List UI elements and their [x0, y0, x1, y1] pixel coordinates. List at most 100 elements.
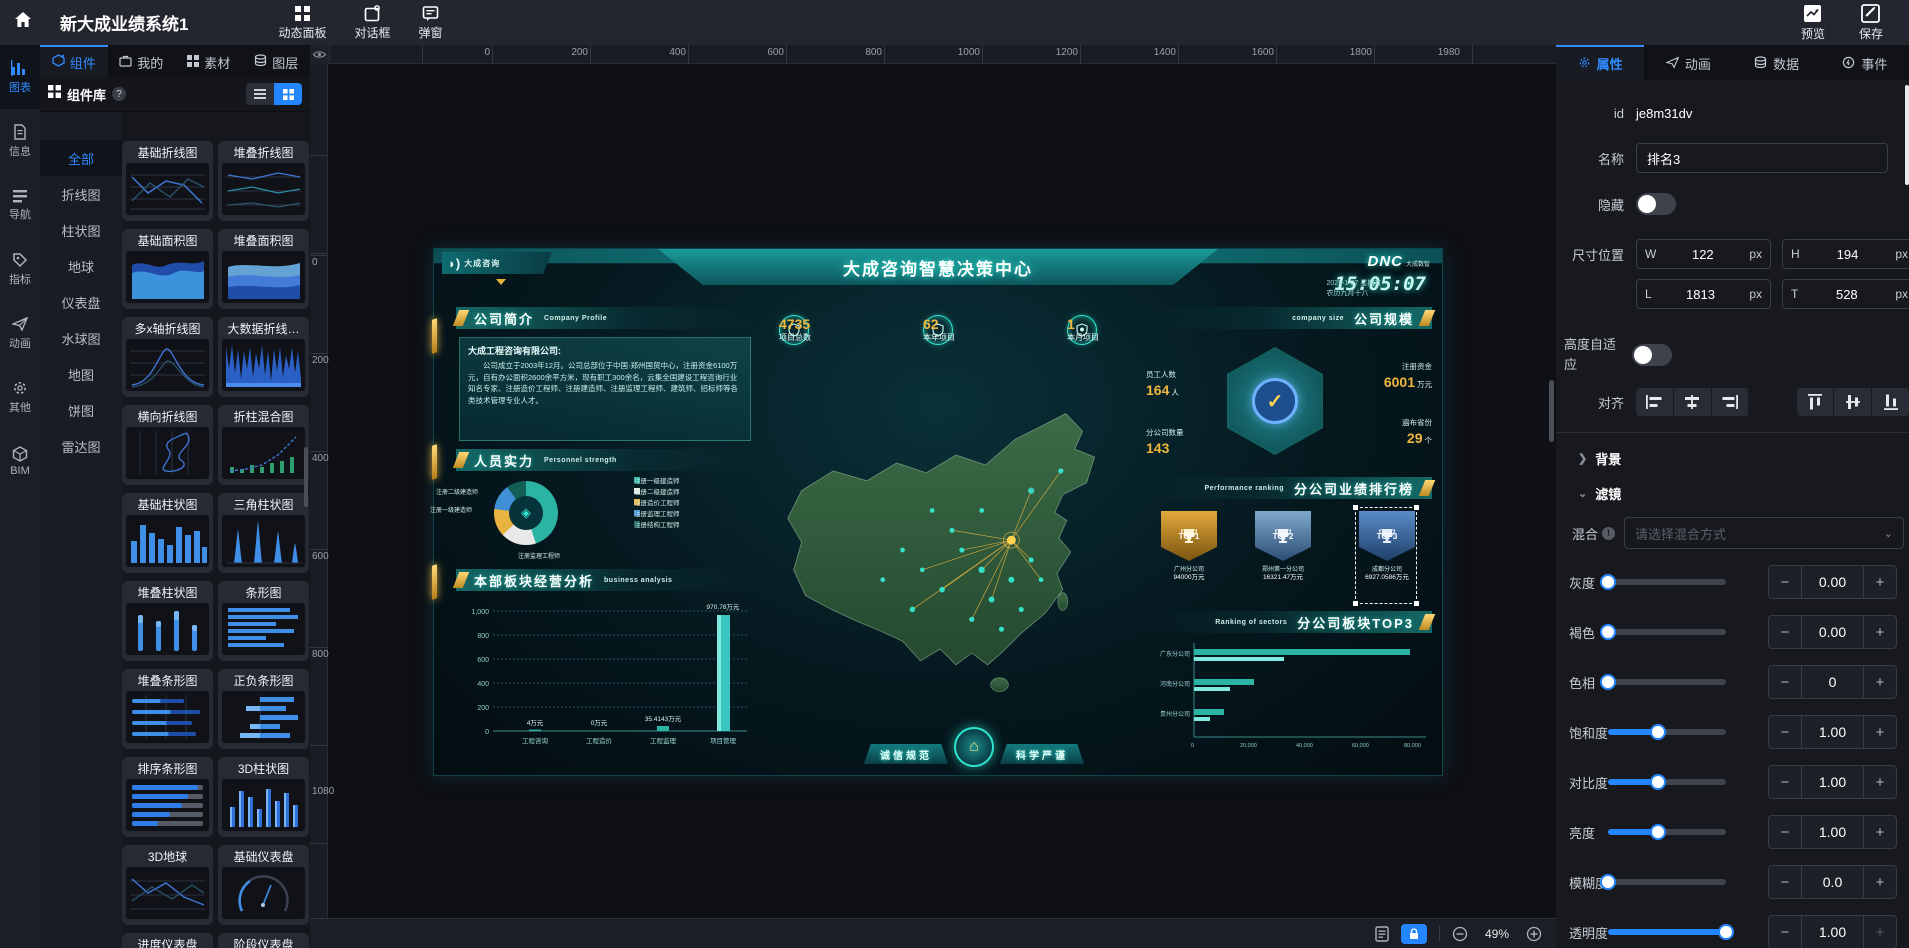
plus-button[interactable]: +	[1864, 666, 1896, 698]
left-panel-scrollbar[interactable]	[304, 447, 308, 507]
category-bar[interactable]: 柱状图	[40, 212, 122, 248]
minus-button[interactable]: −	[1769, 616, 1801, 648]
component-card[interactable]: 基础仪表盘	[218, 845, 309, 925]
contrast-slider[interactable]	[1608, 779, 1726, 785]
selection-handle[interactable]	[1414, 505, 1419, 510]
tab-layers[interactable]: 图层	[243, 45, 311, 77]
component-card[interactable]: 大数据折线…	[218, 317, 309, 397]
component-card[interactable]: 阶段仪表盘	[218, 933, 309, 948]
plus-button[interactable]: +	[1864, 566, 1896, 598]
width-field[interactable]: W122px	[1636, 239, 1771, 269]
page-outline-button[interactable]	[1375, 926, 1389, 942]
window-scrollbar[interactable]	[1905, 85, 1909, 185]
zoom-out-button[interactable]	[1452, 926, 1468, 942]
popup-button[interactable]: 弹窗	[419, 5, 443, 41]
component-card[interactable]: 横向折线图	[122, 405, 213, 485]
stepper-value[interactable]: 0.0	[1801, 866, 1864, 898]
component-card[interactable]: 3D柱状图	[218, 757, 309, 837]
align-middle-button[interactable]	[1834, 388, 1871, 416]
minus-button[interactable]: −	[1769, 716, 1801, 748]
minus-button[interactable]: −	[1769, 916, 1801, 948]
stepper-value[interactable]: 1.00	[1801, 716, 1864, 748]
minus-button[interactable]: −	[1769, 666, 1801, 698]
tab-animation[interactable]: 动画	[1644, 45, 1732, 80]
plus-button[interactable]: +	[1864, 866, 1896, 898]
hide-toggle[interactable]	[1636, 193, 1676, 215]
selection-box[interactable]	[1355, 507, 1417, 604]
hue-slider[interactable]	[1608, 679, 1726, 685]
grid-view-button[interactable]	[274, 83, 302, 105]
plus-button[interactable]: +	[1864, 766, 1896, 798]
help-icon[interactable]: ?	[112, 87, 126, 101]
selection-handle[interactable]	[1414, 601, 1419, 606]
component-card[interactable]: 堆叠面积图	[218, 229, 309, 309]
component-card[interactable]: 三角柱状图	[218, 493, 309, 573]
blend-mode-select[interactable]: 请选择混合方式 ⌄	[1624, 517, 1904, 549]
category-liquid[interactable]: 水球图	[40, 320, 122, 356]
home-button[interactable]	[0, 0, 46, 45]
rail-item-animation[interactable]: 动画	[0, 301, 40, 365]
category-gauge[interactable]: 仪表盘	[40, 284, 122, 320]
left-field[interactable]: L1813px	[1636, 279, 1771, 309]
selection-handle[interactable]	[1353, 505, 1358, 510]
component-card[interactable]: 3D地球	[122, 845, 213, 925]
stepper-value[interactable]: 0.00	[1801, 616, 1864, 648]
component-card[interactable]: 基础面积图	[122, 229, 213, 309]
minus-button[interactable]: −	[1769, 866, 1801, 898]
category-pie[interactable]: 饼图	[40, 392, 122, 428]
rail-item-other[interactable]: 其他	[0, 365, 40, 429]
rail-item-info[interactable]: 信息	[0, 109, 40, 173]
grayscale-slider[interactable]	[1608, 579, 1726, 585]
category-radar[interactable]: 雷达图	[40, 428, 122, 464]
tab-mine[interactable]: 我的	[108, 45, 176, 77]
minus-button[interactable]: −	[1769, 766, 1801, 798]
category-map[interactable]: 地图	[40, 356, 122, 392]
sepia-slider[interactable]	[1608, 629, 1726, 635]
component-card[interactable]: 排序条形图	[122, 757, 213, 837]
zoom-in-button[interactable]	[1526, 926, 1542, 942]
plus-button[interactable]: +	[1864, 716, 1896, 748]
align-left-button[interactable]	[1636, 388, 1673, 416]
component-card[interactable]: 多x轴折线图	[122, 317, 213, 397]
dashboard-screen[interactable]: 大成咨询智慧决策中心 ◗)大成咨询 DNC大成数智 2025-1-07 星期五农…	[433, 248, 1443, 776]
component-card[interactable]: 条形图	[218, 581, 309, 661]
design-stage[interactable]: 大成咨询智慧决策中心 ◗)大成咨询 DNC大成数智 2025-1-07 星期五农…	[328, 64, 1556, 918]
align-top-button[interactable]	[1797, 388, 1834, 416]
align-center-h-button[interactable]	[1674, 388, 1711, 416]
rail-item-charts[interactable]: 图表	[0, 45, 40, 109]
dialog-button[interactable]: 对话框	[354, 5, 390, 41]
preview-button[interactable]: 预览	[1801, 4, 1825, 42]
component-card[interactable]: 堆叠折线图	[218, 141, 309, 221]
stepper-value[interactable]: 1.00	[1801, 766, 1864, 798]
selection-handle[interactable]	[1353, 601, 1358, 606]
category-earth[interactable]: 地球	[40, 248, 122, 284]
tab-properties[interactable]: 属性	[1556, 45, 1644, 80]
brightness-slider[interactable]	[1608, 829, 1726, 835]
align-bottom-button[interactable]	[1872, 388, 1909, 416]
rail-item-bim[interactable]: BIM	[0, 429, 40, 493]
stepper-value[interactable]: 1.00	[1801, 916, 1864, 948]
stepper-value[interactable]: 1.00	[1801, 816, 1864, 848]
component-card[interactable]: 基础折线图	[122, 141, 213, 221]
plus-button[interactable]: +	[1864, 916, 1896, 948]
plus-button[interactable]: +	[1864, 816, 1896, 848]
plus-button[interactable]: +	[1864, 616, 1896, 648]
toggle-ruler-button[interactable]	[310, 45, 330, 64]
category-all[interactable]: 全部	[40, 140, 122, 176]
auto-height-toggle[interactable]	[1632, 344, 1672, 366]
section-filter[interactable]: ⌄ 滤镜	[1556, 484, 1909, 503]
save-button[interactable]: 保存	[1859, 4, 1883, 42]
component-card[interactable]: 堆叠柱状图	[122, 581, 213, 661]
minus-button[interactable]: −	[1769, 816, 1801, 848]
canvas-scrollbar[interactable]	[1549, 380, 1554, 442]
name-input[interactable]: 排名3	[1636, 143, 1888, 173]
category-line[interactable]: 折线图	[40, 176, 122, 212]
top-field[interactable]: T528px	[1782, 279, 1909, 309]
minus-button[interactable]: −	[1769, 566, 1801, 598]
component-card[interactable]: 基础柱状图	[122, 493, 213, 573]
tab-assets[interactable]: 素材	[175, 45, 243, 77]
component-card[interactable]: 正负条形图	[218, 669, 309, 749]
tab-data[interactable]: 数据	[1733, 45, 1821, 80]
component-card[interactable]: 折柱混合图	[218, 405, 309, 485]
rail-item-indicator[interactable]: 指标	[0, 237, 40, 301]
